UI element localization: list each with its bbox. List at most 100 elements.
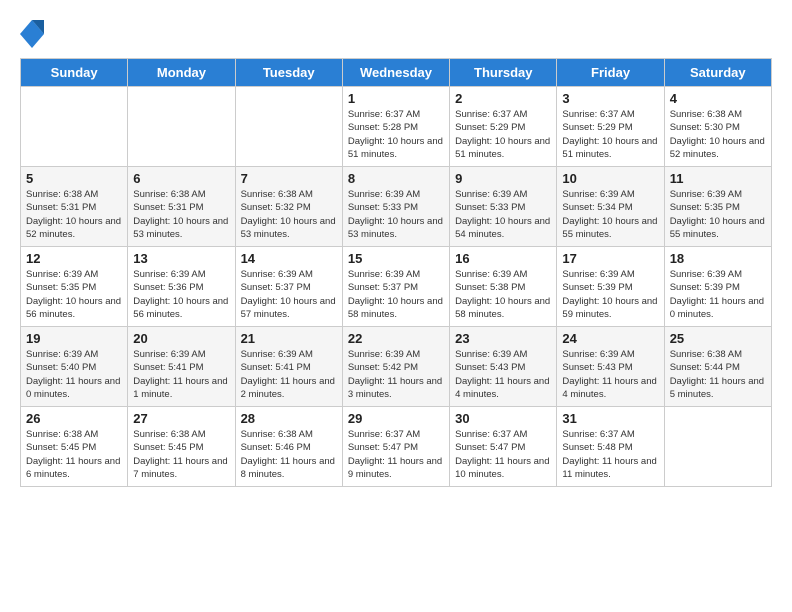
day-number: 9 [455, 171, 551, 186]
day-info: Sunrise: 6:38 AM Sunset: 5:44 PM Dayligh… [670, 348, 766, 401]
calendar-cell: 9 Sunrise: 6:39 AM Sunset: 5:33 PM Daylig… [450, 167, 557, 247]
calendar-cell [235, 87, 342, 167]
day-info: Sunrise: 6:39 AM Sunset: 5:35 PM Dayligh… [26, 268, 122, 321]
calendar-cell: 3 Sunrise: 6:37 AM Sunset: 5:29 PM Daylig… [557, 87, 664, 167]
calendar-cell [21, 87, 128, 167]
calendar-cell: 28Sunrise: 6:38 AM Sunset: 5:46 PM Dayli… [235, 407, 342, 487]
day-info: Sunrise: 6:39 AM Sunset: 5:36 PM Dayligh… [133, 268, 229, 321]
calendar-cell: 26 Sunrise: 6:38 AM Sunset: 5:45 PM Dayli… [21, 407, 128, 487]
day-number: 1 [348, 91, 444, 106]
day-number: 7 [241, 171, 337, 186]
calendar-cell [128, 87, 235, 167]
calendar-week-row: 5 Sunrise: 6:38 AM Sunset: 5:31 PM Daylig… [21, 167, 772, 247]
calendar-cell: 7 Sunrise: 6:38 AM Sunset: 5:32 PM Daylig… [235, 167, 342, 247]
day-of-week-header: Tuesday [235, 59, 342, 87]
day-number: 8 [348, 171, 444, 186]
day-of-week-header: Monday [128, 59, 235, 87]
calendar-week-row: 26 Sunrise: 6:38 AM Sunset: 5:45 PM Dayli… [21, 407, 772, 487]
day-number: 5 [26, 171, 122, 186]
day-number: 29 [348, 411, 444, 426]
day-number: 14 [241, 251, 337, 266]
calendar-cell: 12 Sunrise: 6:39 AM Sunset: 5:35 PM Dayli… [21, 247, 128, 327]
calendar-cell: 17 Sunrise: 6:39 AM Sunset: 5:39 PM Dayli… [557, 247, 664, 327]
day-info: Sunrise: 6:38 AM Sunset: 5:31 PM Dayligh… [133, 188, 229, 241]
calendar-cell: 11 Sunrise: 6:39 AM Sunset: 5:35 PM Dayli… [664, 167, 771, 247]
day-number: 27 [133, 411, 229, 426]
day-number: 13 [133, 251, 229, 266]
day-info: Sunrise: 6:37 AM Sunset: 5:47 PM Dayligh… [455, 428, 551, 481]
day-number: 23 [455, 331, 551, 346]
calendar-cell: 31 Sunrise: 6:37 AM Sunset: 5:48 PM Dayli… [557, 407, 664, 487]
logo [20, 20, 48, 48]
day-info: Sunrise: 6:38 AM Sunset: 5:46 PM Dayligh… [241, 428, 337, 481]
day-info: Sunrise: 6:37 AM Sunset: 5:47 PM Dayligh… [348, 428, 444, 481]
calendar-cell: 14Sunrise: 6:39 AM Sunset: 5:37 PM Dayli… [235, 247, 342, 327]
day-info: Sunrise: 6:37 AM Sunset: 5:28 PM Dayligh… [348, 108, 444, 161]
day-number: 20 [133, 331, 229, 346]
day-of-week-header: Sunday [21, 59, 128, 87]
day-info: Sunrise: 6:39 AM Sunset: 5:42 PM Dayligh… [348, 348, 444, 401]
day-info: Sunrise: 6:37 AM Sunset: 5:29 PM Dayligh… [455, 108, 551, 161]
calendar-cell: 13 Sunrise: 6:39 AM Sunset: 5:36 PM Dayli… [128, 247, 235, 327]
calendar-cell [664, 407, 771, 487]
calendar-cell: 18Sunrise: 6:39 AM Sunset: 5:39 PM Dayli… [664, 247, 771, 327]
day-number: 15 [348, 251, 444, 266]
day-of-week-header: Saturday [664, 59, 771, 87]
day-info: Sunrise: 6:37 AM Sunset: 5:48 PM Dayligh… [562, 428, 658, 481]
day-info: Sunrise: 6:39 AM Sunset: 5:40 PM Dayligh… [26, 348, 122, 401]
day-info: Sunrise: 6:39 AM Sunset: 5:39 PM Dayligh… [562, 268, 658, 321]
day-info: Sunrise: 6:39 AM Sunset: 5:41 PM Dayligh… [133, 348, 229, 401]
calendar-cell: 23 Sunrise: 6:39 AM Sunset: 5:43 PM Dayli… [450, 327, 557, 407]
day-number: 31 [562, 411, 658, 426]
day-info: Sunrise: 6:38 AM Sunset: 5:45 PM Dayligh… [26, 428, 122, 481]
day-number: 4 [670, 91, 766, 106]
day-info: Sunrise: 6:39 AM Sunset: 5:33 PM Dayligh… [455, 188, 551, 241]
day-info: Sunrise: 6:39 AM Sunset: 5:35 PM Dayligh… [670, 188, 766, 241]
day-info: Sunrise: 6:38 AM Sunset: 5:45 PM Dayligh… [133, 428, 229, 481]
day-number: 22 [348, 331, 444, 346]
calendar-cell: 25 Sunrise: 6:38 AM Sunset: 5:44 PM Dayli… [664, 327, 771, 407]
logo-icon [20, 20, 44, 48]
calendar-cell: 27 Sunrise: 6:38 AM Sunset: 5:45 PM Dayli… [128, 407, 235, 487]
day-info: Sunrise: 6:39 AM Sunset: 5:37 PM Dayligh… [348, 268, 444, 321]
day-number: 11 [670, 171, 766, 186]
day-of-week-header: Thursday [450, 59, 557, 87]
calendar-week-row: 1 Sunrise: 6:37 AM Sunset: 5:28 PM Daylig… [21, 87, 772, 167]
day-of-week-header: Wednesday [342, 59, 449, 87]
day-number: 24 [562, 331, 658, 346]
calendar-cell: 24 Sunrise: 6:39 AM Sunset: 5:43 PM Dayli… [557, 327, 664, 407]
calendar-cell: 1 Sunrise: 6:37 AM Sunset: 5:28 PM Daylig… [342, 87, 449, 167]
day-number: 12 [26, 251, 122, 266]
day-number: 17 [562, 251, 658, 266]
calendar-header: SundayMondayTuesdayWednesdayThursdayFrid… [21, 59, 772, 87]
day-number: 25 [670, 331, 766, 346]
day-info: Sunrise: 6:39 AM Sunset: 5:39 PM Dayligh… [670, 268, 766, 321]
day-info: Sunrise: 6:39 AM Sunset: 5:34 PM Dayligh… [562, 188, 658, 241]
calendar-cell: 2 Sunrise: 6:37 AM Sunset: 5:29 PM Daylig… [450, 87, 557, 167]
day-number: 26 [26, 411, 122, 426]
calendar-cell: 6 Sunrise: 6:38 AM Sunset: 5:31 PM Daylig… [128, 167, 235, 247]
day-info: Sunrise: 6:39 AM Sunset: 5:33 PM Dayligh… [348, 188, 444, 241]
calendar-cell: 21Sunrise: 6:39 AM Sunset: 5:41 PM Dayli… [235, 327, 342, 407]
day-info: Sunrise: 6:37 AM Sunset: 5:29 PM Dayligh… [562, 108, 658, 161]
calendar-cell: 19 Sunrise: 6:39 AM Sunset: 5:40 PM Dayli… [21, 327, 128, 407]
calendar-table: SundayMondayTuesdayWednesdayThursdayFrid… [20, 58, 772, 487]
calendar-week-row: 19 Sunrise: 6:39 AM Sunset: 5:40 PM Dayli… [21, 327, 772, 407]
calendar-cell: 10Sunrise: 6:39 AM Sunset: 5:34 PM Dayli… [557, 167, 664, 247]
day-number: 19 [26, 331, 122, 346]
calendar-body: 1 Sunrise: 6:37 AM Sunset: 5:28 PM Daylig… [21, 87, 772, 487]
day-info: Sunrise: 6:38 AM Sunset: 5:30 PM Dayligh… [670, 108, 766, 161]
day-info: Sunrise: 6:39 AM Sunset: 5:43 PM Dayligh… [562, 348, 658, 401]
day-number: 6 [133, 171, 229, 186]
calendar-cell: 4 Sunrise: 6:38 AM Sunset: 5:30 PM Daylig… [664, 87, 771, 167]
day-info: Sunrise: 6:39 AM Sunset: 5:43 PM Dayligh… [455, 348, 551, 401]
calendar-cell: 30 Sunrise: 6:37 AM Sunset: 5:47 PM Dayli… [450, 407, 557, 487]
calendar-cell: 16Sunrise: 6:39 AM Sunset: 5:38 PM Dayli… [450, 247, 557, 327]
day-info: Sunrise: 6:38 AM Sunset: 5:32 PM Dayligh… [241, 188, 337, 241]
calendar-cell: 8 Sunrise: 6:39 AM Sunset: 5:33 PM Daylig… [342, 167, 449, 247]
day-number: 2 [455, 91, 551, 106]
day-info: Sunrise: 6:38 AM Sunset: 5:31 PM Dayligh… [26, 188, 122, 241]
day-number: 30 [455, 411, 551, 426]
day-number: 16 [455, 251, 551, 266]
day-number: 3 [562, 91, 658, 106]
